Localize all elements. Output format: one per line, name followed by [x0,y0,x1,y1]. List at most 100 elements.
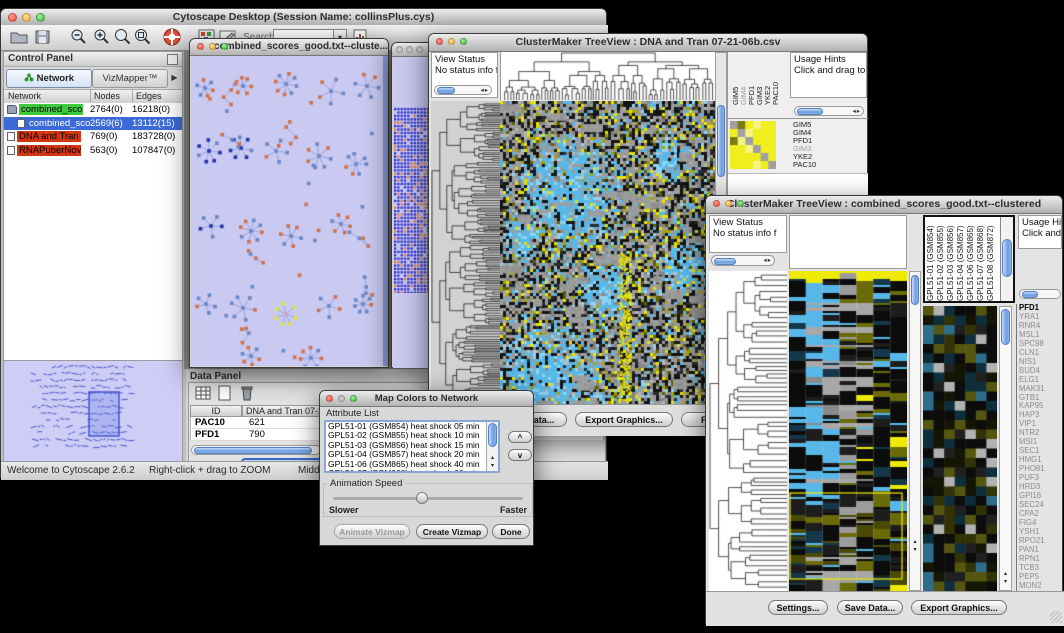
network-name: RNAPuberNov2+ [17,145,81,156]
close-icon[interactable] [436,38,443,45]
data-panel-hscrollbar[interactable] [191,445,321,455]
tv2-heatmap[interactable] [789,271,907,591]
tv2-row-dendrogram[interactable] [709,271,787,591]
tv2-detail-heatmap[interactable] [923,306,997,591]
tv2-status-scrollbar[interactable]: ◂▸ [711,255,775,266]
data-column-id[interactable]: ID [190,405,242,417]
tab-network[interactable]: Network [6,69,92,88]
tv2-column-label: GPL51-08 (GSM872) [986,219,995,301]
speed-slider-track[interactable] [333,497,523,500]
attribute-list-scrollbar[interactable]: ▴▾ [486,422,498,471]
create-vizmap-button[interactable]: Create Vizmap [416,524,488,539]
network-edges-count: 183728(0) [132,131,175,142]
minimize-icon[interactable] [209,43,216,50]
minimize-icon[interactable] [406,46,413,53]
save-data-button[interactable]: Save Data... [837,600,903,615]
zoom-window-icon[interactable] [737,200,744,207]
tv2-gene-labels: PFD1YRA1RNR4MSL1SPC98CLN1NIS1BUD4ELG1MAK… [1016,304,1064,591]
export-graphics-button[interactable]: Export Graphics... [911,600,1007,615]
minimize-icon[interactable] [725,200,732,207]
tv1-selected-cluster-heatmap[interactable] [730,121,776,169]
column-nodes[interactable]: Nodes [90,90,120,102]
tv1-column-label: GIM5 [731,55,739,105]
delete-attribute-icon[interactable] [238,385,258,404]
tv1-heatmap[interactable] [500,101,715,404]
speed-slider-thumb[interactable] [416,492,428,504]
network-row[interactable]: RNAPuberNov2+563(0)107847(0) [4,144,182,158]
tv1-column-label: YKE2 [763,55,771,105]
zoom-out-icon[interactable] [69,28,89,47]
network-doc-icon [7,132,15,141]
network-view-titlebar[interactable]: combined_scores_good.txt--cluste... [190,39,388,56]
tab-overflow-icon[interactable]: ▶ [169,71,180,84]
tv2-detail-scrollbar[interactable]: ▴▾ [999,306,1012,591]
tv2-column-label: GPL51-03 (GSM856) [946,219,955,301]
network-nodes-count: 2569(6) [90,118,123,129]
zoom-window-icon[interactable] [460,38,467,45]
data-row-value: 790 [249,429,265,441]
network-nodes-count: 2764(0) [90,104,123,115]
close-icon[interactable] [713,200,720,207]
animation-speed-group: Animation Speed Slower Faster [323,483,533,517]
tab-vizmapper[interactable]: VizMapper™ [92,69,168,88]
network-row[interactable]: combined_scores2764(0)16218(0) [4,103,182,117]
network-row[interactable]: DNA and Tran 07769(0)183728(0) [4,130,182,144]
close-icon[interactable] [326,395,333,402]
zoom-window-icon[interactable] [36,13,45,22]
tv1-column-label: PFD1 [747,55,755,105]
birdseye-view[interactable] [4,361,182,461]
zoom-window-icon[interactable] [350,395,357,402]
data-row-id: PAC10 [195,417,225,429]
move-down-button[interactable]: v [508,449,532,461]
attribute-list-item[interactable]: GPL51-07 (GSM868) heat shock 60 min [326,469,484,473]
resize-grip[interactable] [1050,611,1062,623]
network-view-window: combined_scores_good.txt--cluste... [189,38,389,368]
open-session-icon[interactable] [9,28,29,47]
done-button[interactable]: Done [492,524,530,539]
minimize-icon[interactable] [448,38,455,45]
zoom-window-icon[interactable] [416,46,423,53]
zoom-selected-icon[interactable] [113,28,133,47]
settings-button[interactable]: Settings... [768,600,828,615]
main-titlebar[interactable]: Cytoscape Desktop (Session Name: collins… [1,9,606,26]
column-network[interactable]: Network [8,90,41,102]
zoom-window-icon[interactable] [221,43,228,50]
table-icon[interactable] [194,385,214,404]
control-panel: Control Panel Network VizMapper™ ▶ Netwo… [3,51,183,461]
move-up-button[interactable]: ^ [508,431,532,443]
float-panel-icon[interactable] [167,54,178,65]
status-zoom-hint: Right-click + drag to ZOOM [149,462,270,480]
minimize-icon[interactable] [22,13,31,22]
treeview1-title: ClusterMaker TreeView : DNA and Tran 07-… [516,36,781,48]
new-attribute-icon[interactable] [216,385,236,404]
close-icon[interactable] [396,46,403,53]
tv2-column-labels-scrollbar[interactable] [1000,217,1013,301]
animation-speed-label: Animation Speed [327,478,405,489]
tv2-column-dendrogram[interactable] [789,215,907,269]
treeview1-titlebar[interactable]: ClusterMaker TreeView : DNA and Tran 07-… [429,34,867,52]
network-name: combined_sco [27,118,91,129]
tv1-status-scrollbar[interactable]: ◂▸ [434,85,492,95]
export-graphics-button[interactable]: Export Graphics... [575,412,673,427]
tv1-column-dendrogram[interactable] [500,52,716,100]
attribute-list[interactable]: GPL51-01 (GSM854) heat shock 05 minGPL51… [324,420,500,473]
treeview2-titlebar[interactable]: ClusterMaker TreeView : combined_scores_… [706,196,1062,214]
save-session-icon[interactable] [33,28,53,47]
help-lifering-icon[interactable] [162,28,182,47]
tv2-usage-scrollbar[interactable] [1019,289,1061,299]
network-row[interactable]: combined_sco2569(6)13112(15) [4,117,182,131]
close-icon[interactable] [197,43,204,50]
close-icon[interactable] [8,13,17,22]
tv2-column-label: GPL51-01 (GSM854) [926,219,935,301]
minimize-icon[interactable] [338,395,345,402]
zoom-in-icon[interactable] [92,28,112,47]
zoom-fit-icon[interactable] [133,28,153,47]
network-canvas[interactable] [191,56,383,366]
tv1-hscrollbar[interactable]: ◂▸ [794,106,864,116]
gene-label[interactable]: MON2 [1019,582,1064,591]
tv1-row-dendrogram[interactable] [431,101,500,404]
column-edges[interactable]: Edges [132,90,162,102]
tv2-heatmap-scrollbar[interactable]: ▴▾ [909,271,921,591]
animate-vizmap-button[interactable]: Animate Vizmap [334,524,410,539]
dialog-titlebar[interactable]: Map Colors to Network [320,391,533,407]
